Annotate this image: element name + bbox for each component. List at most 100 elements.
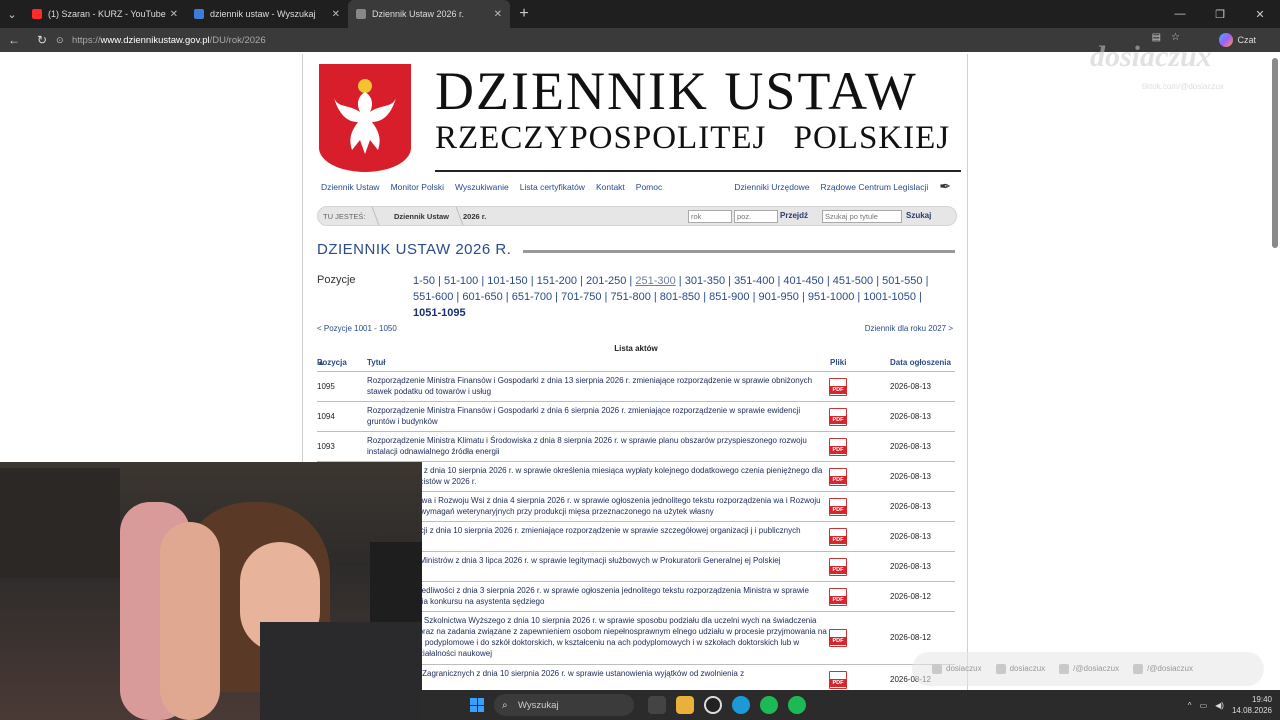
row-title[interactable]: Ministra Sprawiedliwości z dnia 3 sierpn…	[367, 585, 829, 607]
chevron-up-icon[interactable]: ^	[1188, 701, 1192, 710]
range-link[interactable]: 551-600	[413, 291, 453, 303]
network-icon[interactable]: ▭	[1200, 701, 1208, 710]
rcl-logo-icon[interactable]: ✒	[939, 178, 951, 195]
prev-page-link[interactable]: < Pozycje 1001 - 1050	[317, 324, 397, 333]
spotify-icon[interactable]	[760, 696, 778, 714]
close-icon[interactable]: ✕	[332, 9, 340, 20]
menu-rcl[interactable]: Rządowe Centrum Legislacji	[821, 182, 929, 192]
row-title[interactable]: Ministra Spraw Zagranicznych z dnia 10 s…	[367, 668, 829, 679]
back-button[interactable]: ←	[0, 33, 28, 47]
pdf-icon[interactable]	[829, 408, 847, 426]
spotify-icon-2[interactable]	[788, 696, 806, 714]
maximize-icon[interactable]: ❐	[1200, 8, 1240, 21]
range-link[interactable]: 351-400	[734, 275, 774, 287]
range-link[interactable]: 801-850	[660, 291, 700, 303]
menu-monitor-polski[interactable]: Monitor Polski	[391, 182, 444, 192]
menu-pomoc[interactable]: Pomoc	[636, 182, 662, 192]
tab-label: dziennik ustaw - Wyszukaj	[210, 9, 316, 19]
tab-menu-icon[interactable]: ⌄	[0, 0, 24, 28]
tab-dziennik[interactable]: Dziennik Ustaw 2026 r. ✕	[348, 0, 510, 28]
taskbar-search[interactable]: ⌕ Wyszukaj	[494, 694, 634, 716]
row-title[interactable]: Rady Ministrów z dnia 10 sierpnia 2026 r…	[367, 465, 829, 487]
windows-start-icon[interactable]	[470, 698, 484, 712]
row-title[interactable]: Rozporządzenie Ministra Finansów i Gospo…	[367, 405, 829, 427]
row-title[interactable]: Rozporządzenie Ministra Finansów i Gospo…	[367, 375, 829, 397]
pdf-icon[interactable]	[829, 468, 847, 486]
range-link[interactable]: 701-750	[561, 291, 601, 303]
breadcrumb-dziennik[interactable]: Dziennik Ustaw	[394, 212, 449, 221]
tab-search[interactable]: dziennik ustaw - Wyszukaj ✕	[186, 0, 348, 28]
range-link[interactable]: 251-300	[635, 275, 675, 287]
edge-icon[interactable]	[732, 696, 750, 714]
range-link[interactable]: 501-550	[882, 275, 922, 287]
explorer-icon[interactable]	[676, 696, 694, 714]
search-button[interactable]: Szukaj	[906, 211, 931, 220]
title-search-input[interactable]	[822, 210, 902, 223]
address-bar-row: ← ↻ ⊙ https://www.dziennikustaw.gov.pl/D…	[0, 28, 1280, 52]
next-year-link[interactable]: Dziennik dla roku 2027 >	[865, 324, 953, 333]
clock[interactable]: 19:40 14.08.2026	[1232, 694, 1272, 716]
social-instagram: dosiaczux	[932, 664, 982, 674]
scrollbar[interactable]	[1272, 58, 1278, 248]
range-link[interactable]: 851-900	[709, 291, 749, 303]
reload-button[interactable]: ↻	[28, 33, 56, 47]
tipply-icon	[1133, 664, 1144, 674]
tab-youtube[interactable]: (1) Szaran - KURZ - YouTube ✕	[24, 0, 186, 28]
range-link[interactable]: 901-950	[759, 291, 799, 303]
pdf-icon[interactable]	[829, 528, 847, 546]
pdf-icon[interactable]	[829, 671, 847, 689]
range-separator: |	[552, 291, 562, 303]
menu-lista-certyfikatow[interactable]: Lista certyfikatów	[520, 182, 585, 192]
go-button[interactable]: Przejdź	[780, 211, 808, 220]
range-link[interactable]: 1051-1095	[413, 307, 466, 319]
year-input[interactable]	[688, 210, 732, 223]
range-link[interactable]: 1001-1050	[863, 291, 916, 303]
range-link[interactable]: 601-650	[462, 291, 502, 303]
range-link[interactable]: 651-700	[512, 291, 552, 303]
row-position[interactable]: 1093	[317, 442, 335, 451]
range-link[interactable]: 51-100	[444, 275, 478, 287]
position-input[interactable]	[734, 210, 778, 223]
menu-dziennik-ustaw[interactable]: Dziennik Ustaw	[321, 182, 380, 192]
row-title[interactable]: Ministra Nauki i Szkolnictwa Wyższego z …	[367, 615, 829, 659]
row-position[interactable]: 1095	[317, 382, 335, 391]
range-link[interactable]: 201-250	[586, 275, 626, 287]
copilot-button[interactable]: Czat	[1219, 33, 1256, 47]
range-link[interactable]: 951-1000	[808, 291, 855, 303]
pdf-icon[interactable]	[829, 378, 847, 396]
row-date: 2026-08-13	[890, 532, 931, 541]
pdf-icon[interactable]	[829, 629, 847, 647]
menu-wyszukiwanie[interactable]: Wyszukiwanie	[455, 182, 509, 192]
obs-icon[interactable]	[704, 696, 722, 714]
range-link[interactable]: 301-350	[685, 275, 725, 287]
close-icon[interactable]: ✕	[494, 9, 502, 20]
close-icon[interactable]: ✕	[170, 9, 178, 20]
range-link[interactable]: 751-800	[610, 291, 650, 303]
main-menu: Dziennik Ustaw Monitor Polski Wyszukiwan…	[321, 182, 662, 192]
url-field[interactable]: ⊙ https://www.dziennikustaw.gov.pl/DU/ro…	[54, 31, 1054, 49]
range-separator: |	[725, 275, 735, 287]
range-link[interactable]: 151-200	[537, 275, 577, 287]
pdf-icon[interactable]	[829, 588, 847, 606]
range-link[interactable]: 451-500	[833, 275, 873, 287]
menu-dzienniki-urzedowe[interactable]: Dzienniki Urzędowe	[734, 182, 809, 192]
pdf-icon[interactable]	[829, 558, 847, 576]
row-title[interactable]: Prezesa Rady Ministrów z dnia 3 lipca 20…	[367, 555, 829, 566]
pdf-icon[interactable]	[829, 498, 847, 516]
sort-up-icon[interactable]: ▲	[317, 358, 325, 367]
row-title[interactable]: Ministra Edukacji z dnia 10 sierpnia 202…	[367, 525, 829, 547]
row-title[interactable]: Rozporządzenie Ministra Klimatu i Środow…	[367, 435, 829, 457]
row-title[interactable]: Ministra Rolnictwa i Rozwoju Wsi z dnia …	[367, 495, 829, 517]
range-link[interactable]: 401-450	[783, 275, 823, 287]
minimize-icon[interactable]: —	[1160, 8, 1200, 20]
menu-kontakt[interactable]: Kontakt	[596, 182, 625, 192]
new-tab-button[interactable]: +	[514, 5, 534, 23]
position-ranges: 1-50 | 51-100 | 101-150 | 151-200 | 201-…	[413, 273, 943, 321]
close-window-icon[interactable]: ✕	[1240, 8, 1280, 21]
range-link[interactable]: 101-150	[487, 275, 527, 287]
files-icon[interactable]	[648, 696, 666, 714]
range-link[interactable]: 1-50	[413, 275, 435, 287]
volume-icon[interactable]: ◀)	[1215, 701, 1224, 710]
pdf-icon[interactable]	[829, 438, 847, 456]
row-position[interactable]: 1094	[317, 412, 335, 421]
